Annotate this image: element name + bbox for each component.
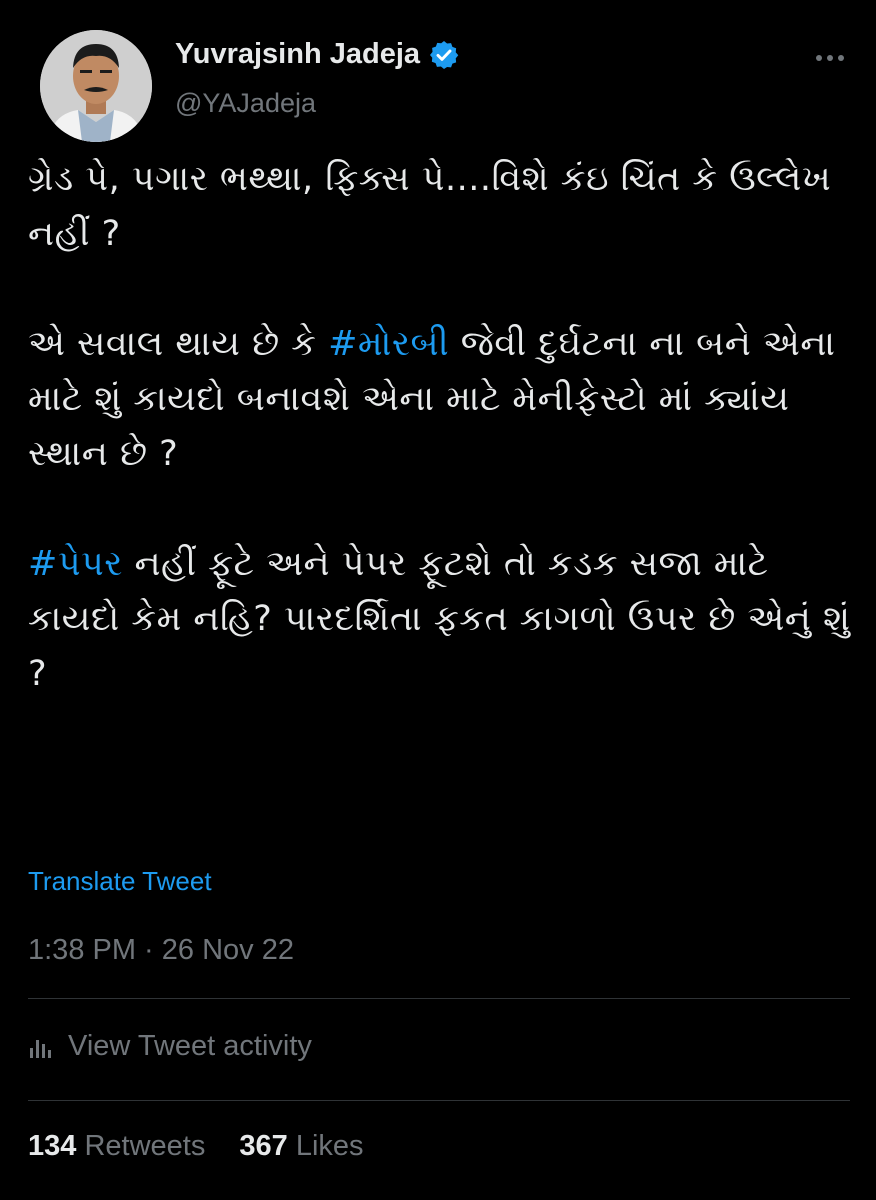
divider — [28, 998, 850, 999]
translate-tweet-link[interactable]: Translate Tweet — [28, 866, 212, 897]
activity-label: View Tweet activity — [68, 1030, 312, 1062]
display-name-text: Yuvrajsinh Jadeja — [175, 38, 421, 70]
retweets-count: 134 — [28, 1130, 77, 1162]
divider — [28, 1100, 850, 1101]
hashtag-paper-link[interactable]: #પેપર — [28, 544, 123, 584]
likes-count: 367 — [239, 1130, 288, 1162]
author-handle[interactable]: @YAJadeja — [175, 88, 316, 119]
bar-chart-icon — [30, 1039, 51, 1058]
tweet-text: ગ્રેડ પે, પગાર ભથ્થા, ફિક્સ પે....વિશે ક… — [28, 152, 863, 702]
verified-badge-icon — [428, 39, 460, 71]
tweet-timestamp[interactable]: 1:38 PM · 26 Nov 22 — [28, 934, 294, 967]
retweets-stat[interactable]: 134 Retweets — [28, 1130, 205, 1162]
tweet-paragraph-3: #પેપર નહીં ફૂટે અને પેપર ફૂટશે તો કડક સજ… — [28, 537, 863, 702]
author-display-name[interactable]: Yuvrajsinh Jadeja — [175, 38, 460, 71]
tweet-paragraph-1: ગ્રેડ પે, પગાર ભથ્થા, ફિક્સ પે....વિશે ક… — [28, 159, 832, 254]
hashtag-morbi-link[interactable]: #મોરબી — [328, 324, 449, 364]
avatar[interactable] — [40, 30, 152, 142]
more-options-icon[interactable] — [810, 38, 850, 78]
profile-photo — [40, 30, 152, 142]
tweet-stats: 134 Retweets 367 Likes — [28, 1130, 390, 1163]
retweets-label: Retweets — [84, 1130, 206, 1162]
paragraph-2-start: એ સવાલ થાય છે કે — [28, 324, 329, 364]
tweet-paragraph-2: એ સવાલ થાય છે કે #મોરબી જેવી દુર્ઘટના ના… — [28, 317, 863, 482]
view-tweet-activity-button[interactable]: View Tweet activity — [28, 1030, 312, 1063]
paragraph-3-text: નહીં ફૂટે અને પેપર ફૂટશે તો કડક સજા માટે… — [28, 544, 851, 694]
likes-label: Likes — [295, 1130, 364, 1162]
likes-stat[interactable]: 367 Likes — [239, 1130, 363, 1162]
